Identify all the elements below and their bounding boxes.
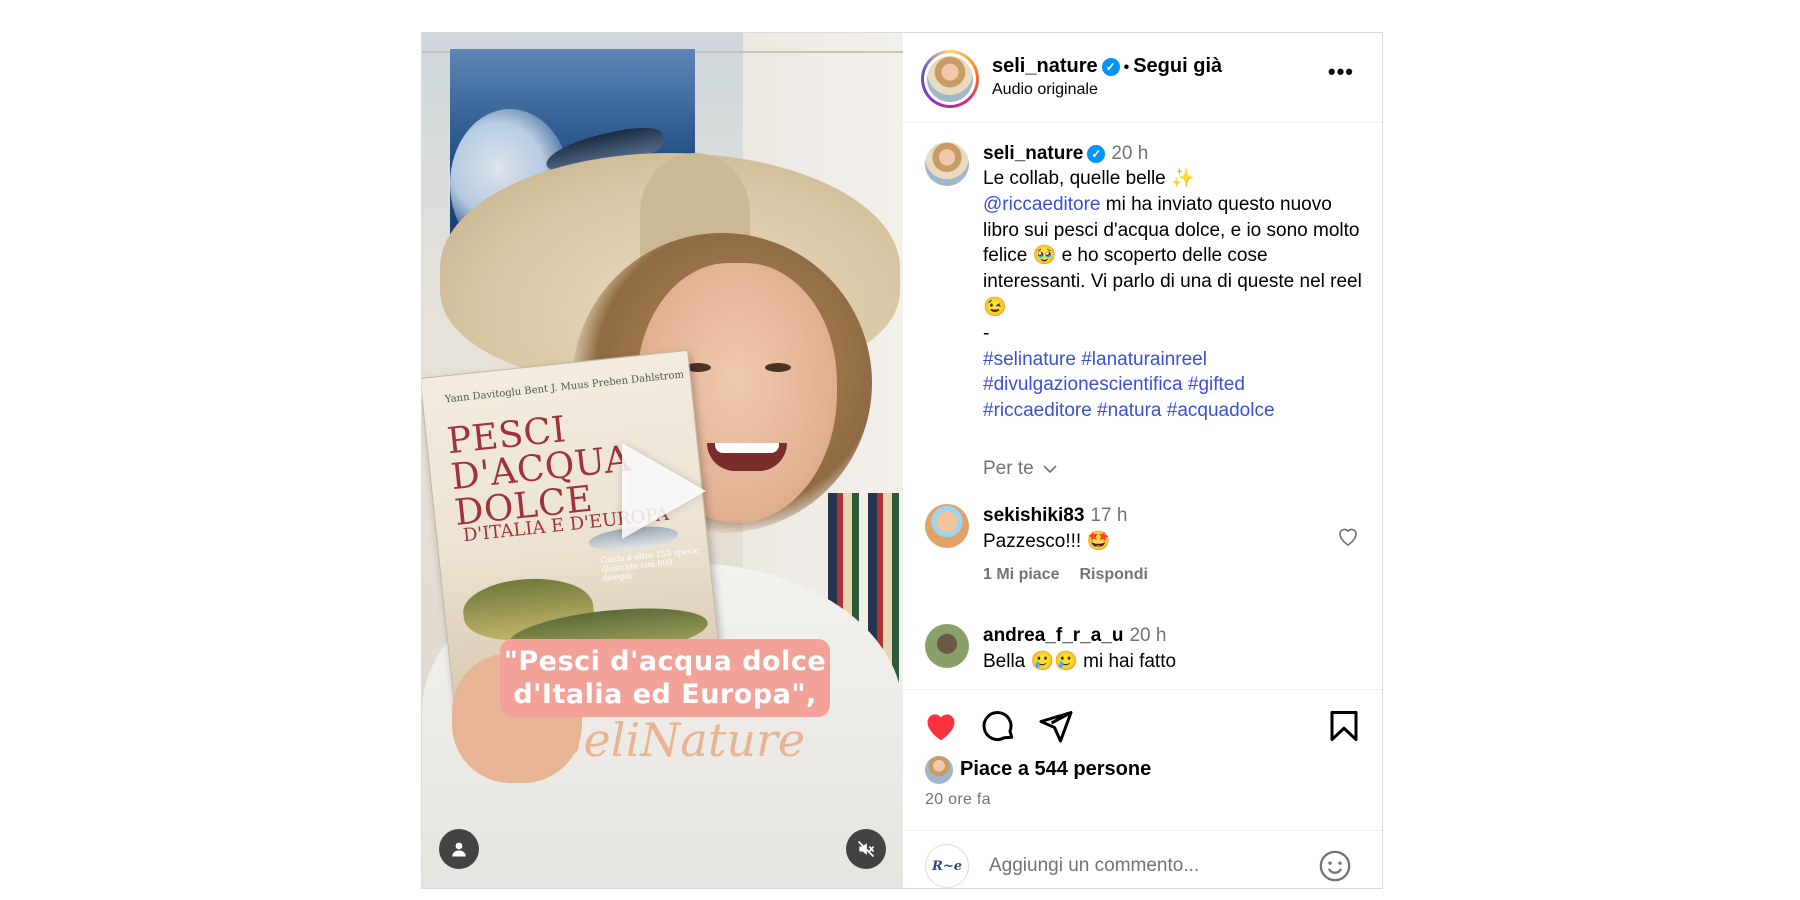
caption-dash: -: [983, 322, 990, 344]
reply-button[interactable]: Rispondi: [1079, 566, 1147, 583]
caption-time: 20 h: [1111, 143, 1149, 164]
post-header: seli_nature ✓ • Segui già Audio originale •…: [903, 33, 1382, 123]
smile: [707, 443, 787, 471]
comment-username[interactable]: sekishiki83: [983, 505, 1084, 526]
post-time: 20 ore fa: [925, 791, 991, 808]
shirt-print: SeliNature: [552, 713, 806, 767]
per-te-label: Per te: [983, 458, 1034, 479]
avatar[interactable]: [925, 504, 969, 548]
caption-header: seli_nature ✓ 20 h: [983, 141, 1148, 167]
more-icon[interactable]: •••: [1328, 59, 1354, 85]
follow-status-button[interactable]: Segui già: [1133, 55, 1222, 77]
story-ring-avatar[interactable]: [921, 50, 979, 108]
caption-username[interactable]: seli_nature: [983, 143, 1083, 164]
hashtags-line[interactable]: #selinature #lanaturainreel: [983, 347, 1363, 373]
comments-section[interactable]: seli_nature ✓ 20 h Le collab, quelle belle…: [903, 124, 1382, 689]
heart-icon[interactable]: [923, 708, 959, 744]
chevron-down-icon: [1043, 465, 1057, 474]
heart-icon[interactable]: [1336, 524, 1360, 548]
verified-icon: ✓: [1101, 58, 1120, 76]
play-icon[interactable]: [622, 443, 706, 539]
user-icon: [452, 842, 466, 857]
caption-line: Le collab, quelle belle ✨: [983, 168, 1195, 189]
instagram-post: SeliNature Yann Davitoglu Bent J. Muus P…: [421, 32, 1383, 889]
username-link[interactable]: seli_nature: [992, 55, 1098, 77]
comment-text: Pazzesco!!! 🤩: [983, 531, 1111, 552]
reel-video[interactable]: SeliNature Yann Davitoglu Bent J. Muus P…: [422, 33, 903, 888]
separator-dot: •: [1123, 59, 1130, 76]
comment-text: Bella 🥲🥲 mi hai fatto: [983, 651, 1177, 672]
book-guide-text: Guida a oltre 150 specie illustrate con …: [600, 545, 700, 583]
book-authors: Yann Davitoglu Bent J. Muus Preben Dahls…: [444, 369, 685, 406]
video-caption-overlay: "Pesci d'acqua dolce d'Italia ed Europa"…: [500, 639, 830, 717]
comment-time: 20 h: [1129, 625, 1167, 646]
header-username-row: seli_nature ✓ • Segui già: [992, 55, 1222, 78]
overlay-line-2: d'Italia ed Europa",: [513, 679, 817, 710]
mute-button[interactable]: [846, 829, 886, 869]
comment-input[interactable]: [989, 855, 1289, 877]
avatar: [927, 56, 973, 102]
hashtags-line[interactable]: #divulgazionescientifica #gifted: [983, 372, 1363, 398]
hashtags-line[interactable]: #riccaeditore #natura #acquadolce: [983, 398, 1363, 424]
comment-header: andrea_f_r_a_u 20 h: [983, 623, 1166, 649]
per-te-link[interactable]: Per te: [983, 458, 1057, 480]
comment-username[interactable]: andrea_f_r_a_u: [983, 625, 1123, 646]
audio-link[interactable]: Audio originale: [992, 81, 1098, 99]
mention-link[interactable]: @riccaeditore: [983, 194, 1101, 215]
comment-likes[interactable]: 1 Mi piace: [983, 566, 1059, 583]
emoji-icon[interactable]: [1318, 849, 1352, 883]
tagged-users-button[interactable]: [439, 829, 479, 869]
comment-time: 17 h: [1090, 505, 1128, 526]
likes-count[interactable]: Piace a 544 persone: [960, 758, 1151, 781]
caption-body: Le collab, quelle belle ✨ @riccaeditore m…: [983, 166, 1363, 424]
verified-icon: ✓: [1087, 145, 1106, 163]
add-comment-bar: R~e: [903, 830, 1382, 890]
bookmark-icon[interactable]: [1326, 708, 1362, 744]
post-actions: Piace a 544 persone 20 ore fa R~e: [903, 689, 1382, 889]
comment-meta: 1 Mi piace Rispondi: [983, 566, 1148, 584]
avatar[interactable]: [925, 142, 969, 186]
comment-header: sekishiki83 17 h: [983, 503, 1127, 529]
liker-avatar: [925, 756, 953, 784]
avatar[interactable]: [925, 624, 969, 668]
overlay-line-1: "Pesci d'acqua dolce: [503, 646, 827, 677]
avatar-frame: [924, 53, 976, 105]
eye: [765, 363, 791, 372]
mute-icon: [857, 840, 875, 858]
share-icon[interactable]: [1038, 708, 1074, 744]
commenter-avatar: R~e: [925, 844, 969, 888]
caption-paragraph: @riccaeditore mi ha inviato questo nuovo…: [983, 192, 1363, 321]
post-sidebar: seli_nature ✓ • Segui già Audio originale •…: [903, 33, 1382, 888]
comment-icon[interactable]: [981, 708, 1017, 744]
